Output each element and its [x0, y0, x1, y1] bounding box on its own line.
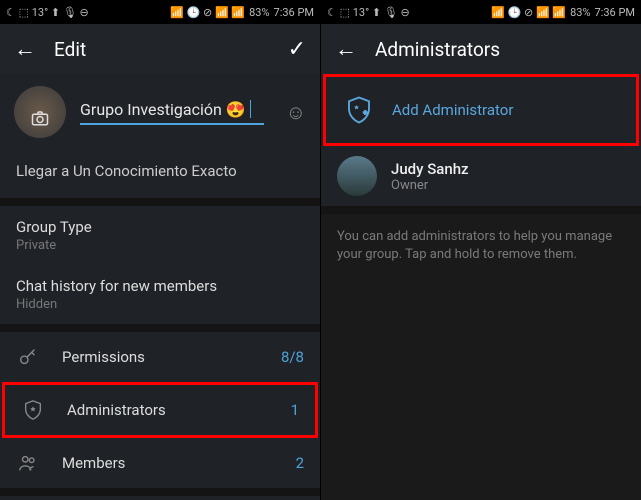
- page-title: Administrators: [375, 38, 627, 61]
- people-icon: [16, 452, 40, 474]
- app-bar: ← Administrators: [321, 24, 641, 74]
- members-label: Members: [62, 454, 296, 472]
- admin-role: Owner: [391, 178, 469, 193]
- app-bar: ← Edit ✓: [0, 24, 320, 74]
- chat-history-row[interactable]: Chat history for new members Hidden: [0, 265, 320, 324]
- shield-plus-icon: [342, 93, 376, 127]
- status-right-icons: 📶 🕒 ⊘ 📶 📶: [491, 6, 566, 19]
- back-icon[interactable]: ←: [14, 36, 36, 62]
- emoji-picker-icon[interactable]: ☺: [286, 100, 306, 125]
- page-title: Edit: [54, 38, 288, 61]
- permissions-label: Permissions: [62, 348, 281, 366]
- description-field[interactable]: Llegar a Un Conocimiento Exacto: [0, 150, 320, 198]
- add-admin-label: Add Administrator: [392, 101, 513, 119]
- camera-icon: [31, 110, 49, 126]
- back-icon[interactable]: ←: [335, 36, 357, 62]
- status-right-icons: 📶 🕒 ⊘ 📶 📶: [170, 6, 245, 19]
- profile-row: Grupo Investigación 😍 ☺: [0, 74, 320, 150]
- admin-name: Judy Sanhz: [391, 160, 469, 178]
- admin-list-item[interactable]: Judy Sanhz Owner: [321, 146, 641, 206]
- delete-leave-button[interactable]: Delete and Leave Group: [0, 496, 320, 500]
- battery-text: 83%: [570, 6, 590, 19]
- administrators-screen: ☾ ⬚ 13° ⬆ 🎙 ⊖ 📶 🕒 ⊘ 📶 📶 83% 7:36 PM ← Ad…: [321, 0, 641, 500]
- avatar: [337, 156, 377, 196]
- confirm-icon[interactable]: ✓: [288, 37, 306, 62]
- status-left-icons: ☾ ⬚ 13° ⬆ 🎙 ⊖: [327, 6, 410, 19]
- group-type-row[interactable]: Group Type Private: [0, 206, 320, 265]
- members-row[interactable]: Members 2: [0, 438, 320, 488]
- clock-text: 7:36 PM: [595, 6, 635, 19]
- status-bar: ☾ ⬚ 13° ⬆ 🎙 ⊖ 📶 🕒 ⊘ 📶 📶 83% 7:36 PM: [0, 0, 320, 24]
- status-bar: ☾ ⬚ 13° ⬆ 🎙 ⊖ 📶 🕒 ⊘ 📶 📶 83% 7:36 PM: [321, 0, 641, 24]
- chat-history-label: Chat history for new members: [16, 277, 304, 295]
- add-administrator-button[interactable]: Add Administrator: [323, 74, 639, 146]
- administrators-row[interactable]: Administrators 1: [2, 382, 318, 438]
- shield-star-icon: [21, 399, 45, 421]
- hint-text: You can add administrators to help you m…: [321, 214, 641, 278]
- edit-screen: ☾ ⬚ 13° ⬆ 🎙 ⊖ 📶 🕒 ⊘ 📶 📶 83% 7:36 PM ← Ed…: [0, 0, 320, 500]
- chat-history-value: Hidden: [16, 297, 304, 312]
- clock-text: 7:36 PM: [274, 6, 314, 19]
- group-type-value: Private: [16, 238, 304, 253]
- group-name-input[interactable]: Grupo Investigación 😍: [80, 100, 264, 125]
- administrators-label: Administrators: [67, 401, 291, 419]
- group-name-text: Grupo Investigación: [80, 100, 222, 119]
- status-left-icons: ☾ ⬚ 13° ⬆ 🎙 ⊖: [6, 6, 89, 19]
- battery-text: 83%: [249, 6, 269, 19]
- permissions-count: 8/8: [281, 348, 304, 366]
- administrators-count: 1: [291, 401, 299, 419]
- permissions-row[interactable]: Permissions 8/8: [0, 332, 320, 382]
- key-icon: [16, 346, 40, 368]
- members-count: 2: [296, 454, 304, 472]
- group-avatar[interactable]: [14, 86, 66, 138]
- group-name-emoji: 😍: [226, 100, 246, 119]
- group-type-label: Group Type: [16, 218, 304, 236]
